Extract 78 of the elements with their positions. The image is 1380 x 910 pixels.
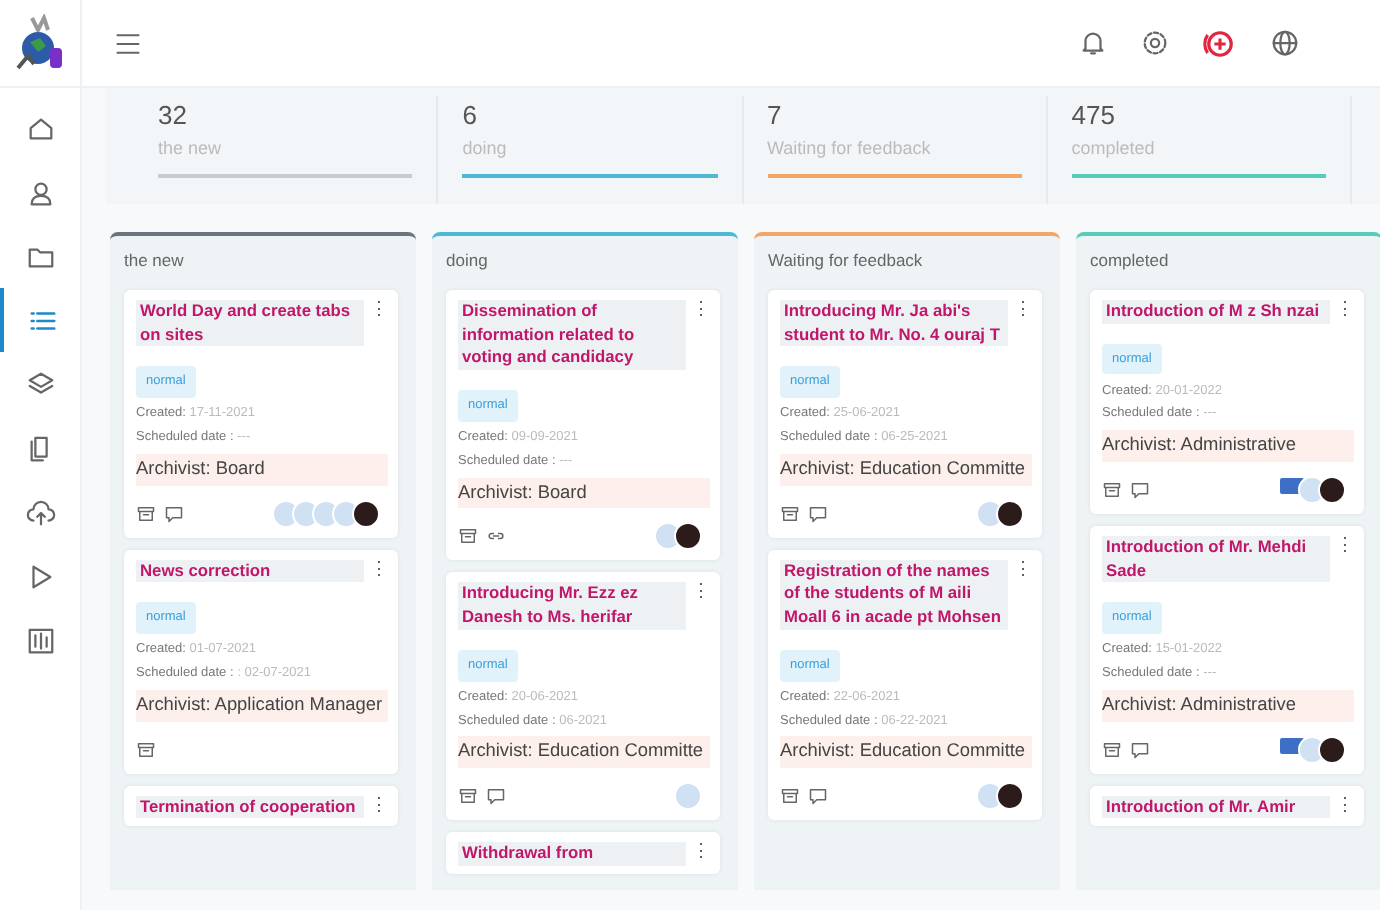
stat-label: Waiting for feedback [767, 135, 933, 162]
archive-icon[interactable] [136, 503, 156, 524]
stat-label: doing [462, 135, 509, 162]
cloud-upload-icon [26, 497, 56, 527]
more-menu-icon[interactable]: ⋮ [1014, 559, 1032, 578]
sliders-icon [26, 625, 56, 655]
add-icon[interactable] [1202, 25, 1238, 61]
task-card[interactable]: Termination of cooperation ⋮ [124, 785, 398, 827]
more-menu-icon[interactable]: ⋮ [692, 582, 710, 601]
archivist-label: Archivist: Education Committe [458, 736, 710, 769]
more-menu-icon[interactable]: ⋮ [1336, 535, 1354, 554]
archivist-label: Archivist: Board [136, 453, 388, 486]
more-menu-icon[interactable]: ⋮ [370, 299, 388, 318]
stat-count: 32 [158, 98, 189, 134]
archive-icon[interactable] [1102, 479, 1122, 500]
stat-label: the new [158, 135, 224, 161]
task-title[interactable]: Introducing Mr. Ezz ez Danesh to Ms. herifar [458, 582, 686, 630]
photo-placeholder[interactable] [1318, 475, 1346, 504]
task-title[interactable]: Introducing Mr. Ja abi's student to Mr. No. 4 ouraj T [780, 299, 1008, 347]
more-menu-icon[interactable]: ⋮ [370, 559, 388, 578]
globe-icon[interactable] [1270, 28, 1300, 58]
column-title: Waiting for feedback [768, 248, 925, 274]
task-title[interactable]: Withdrawal from [458, 842, 686, 866]
avatar-circle[interactable] [976, 782, 1004, 811]
column-title: completed [1090, 248, 1171, 274]
archivist-label: Archivist: Education Committe [780, 453, 1032, 486]
archivist-label: Archivist: Administrative [1102, 430, 1354, 462]
more-menu-icon[interactable]: ⋮ [1014, 299, 1032, 318]
photo-placeholder[interactable] [674, 522, 702, 551]
archive-icon[interactable] [136, 739, 156, 760]
archive-icon[interactable] [1102, 739, 1122, 760]
archive-icon[interactable] [780, 786, 800, 807]
task-title[interactable]: Introduction of Mr. Mehdi Sade [1102, 535, 1330, 583]
logo-icon[interactable] [12, 13, 68, 73]
more-menu-icon[interactable]: ⋮ [1336, 795, 1354, 814]
archivist-label: Archivist: Administrative [1102, 689, 1354, 722]
photo-placeholder[interactable] [996, 499, 1024, 528]
photo-placeholder[interactable] [996, 782, 1024, 811]
settings-icon[interactable] [1140, 28, 1170, 58]
comment-icon[interactable] [808, 786, 828, 807]
task-title[interactable]: Introduction of Mr. Amir [1102, 795, 1330, 819]
stat-count: 6 [462, 98, 479, 134]
task-title[interactable]: Dissemination of information related to voting and candidacy [458, 299, 686, 371]
menu-icon[interactable] [114, 29, 142, 57]
archive-icon[interactable] [780, 503, 800, 524]
comment-icon[interactable] [808, 503, 828, 524]
more-menu-icon[interactable]: ⋮ [692, 299, 710, 318]
more-menu-icon[interactable]: ⋮ [1336, 299, 1354, 318]
task-title[interactable]: World Day and create tabs on sites [136, 299, 364, 347]
archive-icon[interactable] [458, 786, 478, 807]
task-title[interactable]: Registration of the names of the students of M aili Moall 6 in acade pt Mohsen [780, 559, 1008, 630]
stat-label: completed [1071, 135, 1157, 162]
column-title: the new [124, 248, 186, 274]
task-title[interactable]: Termination of cooperation [136, 795, 364, 819]
column-title: doing [446, 248, 490, 274]
bell-icon[interactable] [1078, 28, 1108, 58]
archivist-label: Archivist: Board [458, 477, 710, 509]
home-icon [26, 113, 56, 143]
archivist-label: Archivist: Application Manager [136, 689, 388, 722]
play-icon [26, 561, 56, 591]
task-card[interactable]: Introduction of Mr. Amir ⋮ [1090, 785, 1364, 827]
more-menu-icon[interactable]: ⋮ [692, 842, 710, 861]
user-icon [26, 177, 56, 207]
layers-icon [26, 369, 56, 399]
comment-icon[interactable] [1130, 479, 1150, 500]
task-card[interactable]: Withdrawal from ⋮ [446, 832, 720, 874]
photo-placeholder[interactable] [352, 499, 380, 528]
task-title[interactable]: News correction [136, 559, 364, 583]
comment-icon[interactable] [164, 503, 184, 524]
archive-icon[interactable] [458, 526, 478, 547]
stat-count: 7 [767, 98, 784, 134]
stat-count: 475 [1071, 98, 1117, 134]
task-title[interactable]: Introduction of M z Sh nzai [1102, 299, 1330, 324]
comment-icon[interactable] [1130, 739, 1150, 760]
archivist-label: Archivist: Education Committe [780, 736, 1032, 769]
comment-icon[interactable] [486, 786, 506, 807]
photo-placeholder[interactable] [1318, 735, 1346, 764]
more-menu-icon[interactable]: ⋮ [370, 795, 388, 814]
